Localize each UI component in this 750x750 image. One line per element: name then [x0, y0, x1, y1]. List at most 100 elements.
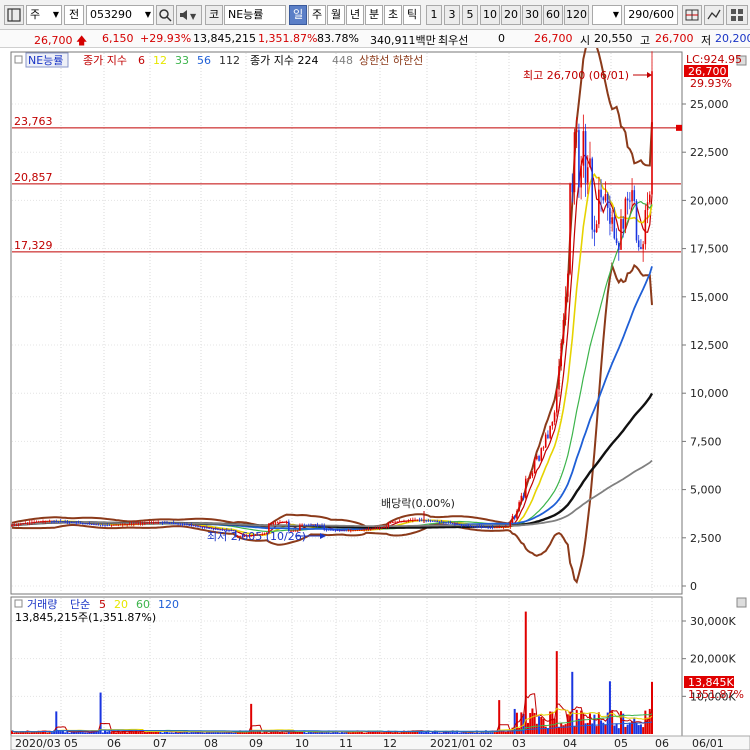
- candle-body: [385, 526, 388, 528]
- price-volume-chart[interactable]: 23,763 20,857 17,329 25,000 22,500 20,000 17,…: [0, 48, 750, 750]
- count-value: 290: [628, 8, 650, 21]
- volume-bar: [504, 731, 507, 734]
- line-tool-icon[interactable]: [704, 5, 724, 25]
- candle-body: [640, 247, 642, 250]
- candle-body: [172, 522, 175, 524]
- volume-bar: [600, 720, 603, 734]
- candle-body: [361, 529, 363, 531]
- chart-type-icon[interactable]: [4, 5, 24, 25]
- quote-volume: 13,845,215: [193, 32, 256, 45]
- interval-20[interactable]: 20: [501, 5, 521, 25]
- candle-body: [602, 197, 605, 201]
- date-tick-label: 02: [479, 737, 493, 750]
- tab-tick[interactable]: 틱: [403, 5, 421, 25]
- interval-1[interactable]: 1: [426, 5, 442, 25]
- tab-year[interactable]: 년: [346, 5, 364, 25]
- candle-body: [183, 524, 186, 526]
- candle-body: [68, 521, 71, 523]
- volume-bar: [312, 732, 315, 734]
- dropdown-arrow-icon: ▼: [144, 10, 151, 19]
- candle-body: [562, 319, 565, 344]
- candle-body: [571, 183, 574, 193]
- candle-body: [73, 522, 75, 524]
- candle-body: [462, 524, 465, 526]
- tab-day[interactable]: 일: [289, 5, 307, 25]
- volume-bar: [161, 732, 164, 734]
- candle-body: [101, 524, 104, 526]
- price-tick-label: 15,000: [690, 291, 729, 304]
- ma-legend-period: 56: [197, 54, 211, 67]
- multi-chart-icon[interactable]: [726, 5, 748, 25]
- candle-body: [569, 183, 571, 274]
- candle-body: [203, 527, 206, 529]
- candle-body: [161, 522, 164, 524]
- volume-bar: [613, 725, 616, 734]
- candle-body: [20, 523, 22, 525]
- volume-scroll-button[interactable]: [736, 597, 747, 608]
- candle-body: [633, 190, 636, 201]
- volume-bar: [526, 722, 529, 734]
- volume-bar: [642, 727, 645, 734]
- count-field[interactable]: 290/600: [624, 5, 678, 25]
- candle-body: [199, 526, 202, 528]
- interval-60[interactable]: 60: [543, 5, 563, 25]
- tab-month[interactable]: 월: [327, 5, 345, 25]
- candle-body: [11, 525, 13, 527]
- period-prefix-select[interactable]: 주 ▼: [26, 5, 62, 25]
- interval-custom-select[interactable]: ▼: [592, 5, 622, 25]
- volume-bar: [203, 732, 206, 734]
- candle-body: [396, 521, 399, 523]
- candle-body: [323, 525, 326, 530]
- candle-body: [624, 198, 627, 229]
- volume-legend-toggle: [14, 599, 23, 608]
- volume-bar: [323, 732, 326, 734]
- candle-body: [500, 527, 503, 529]
- interval-5[interactable]: 5: [462, 5, 478, 25]
- stock-name-field[interactable]: NE능률: [224, 5, 286, 25]
- candle-body: [42, 521, 44, 523]
- search-icon[interactable]: [156, 5, 174, 25]
- volume-bar: [542, 718, 545, 734]
- interval-30[interactable]: 30: [522, 5, 542, 25]
- quote-amount: 340,911백만: [370, 34, 436, 47]
- grid-icon[interactable]: [682, 5, 702, 25]
- date-tick-label: 05: [614, 737, 628, 750]
- prev-button[interactable]: 전: [64, 5, 84, 25]
- interval-3[interactable]: 3: [444, 5, 460, 25]
- price-tick-label: 10,000: [690, 387, 729, 400]
- sound-icon[interactable]: ▼: [176, 5, 202, 25]
- candle-body: [586, 167, 589, 183]
- tab-second[interactable]: 초: [384, 5, 402, 25]
- candle-body: [533, 459, 536, 474]
- ma-legend-period: 12: [153, 54, 167, 67]
- tab-minute[interactable]: 분: [365, 5, 383, 25]
- volume-bar: [243, 732, 246, 734]
- date-tick-label: 06: [107, 737, 121, 750]
- candle-body: [301, 524, 303, 526]
- candle-body: [188, 524, 190, 526]
- volume-bar: [119, 732, 122, 734]
- market-label[interactable]: 코: [205, 5, 223, 25]
- volume-bar: [64, 732, 67, 734]
- candle-body: [110, 524, 113, 526]
- interval-10[interactable]: 10: [480, 5, 500, 25]
- dropdown-arrow-icon: ▼: [612, 10, 619, 19]
- ma-legend-period: 112: [219, 54, 240, 67]
- candle-body: [369, 528, 372, 530]
- volume-bar: [28, 732, 31, 734]
- dropdown-arrow-icon: ▼: [52, 10, 59, 19]
- volume-bar: [551, 711, 554, 734]
- candle-body: [279, 522, 281, 524]
- volume-bar: [628, 722, 631, 734]
- tab-week[interactable]: 주: [308, 5, 326, 25]
- candle-body: [181, 523, 184, 525]
- volume-bar: [509, 731, 512, 734]
- candle-body: [418, 520, 421, 522]
- interval-120[interactable]: 120: [564, 5, 589, 25]
- volume-bar: [106, 731, 109, 734]
- volume-bar: [651, 681, 653, 734]
- candle-body: [135, 523, 137, 525]
- candle-body: [405, 520, 407, 522]
- candle-body: [381, 527, 383, 529]
- stock-code-input[interactable]: 053290 ▼: [86, 5, 154, 25]
